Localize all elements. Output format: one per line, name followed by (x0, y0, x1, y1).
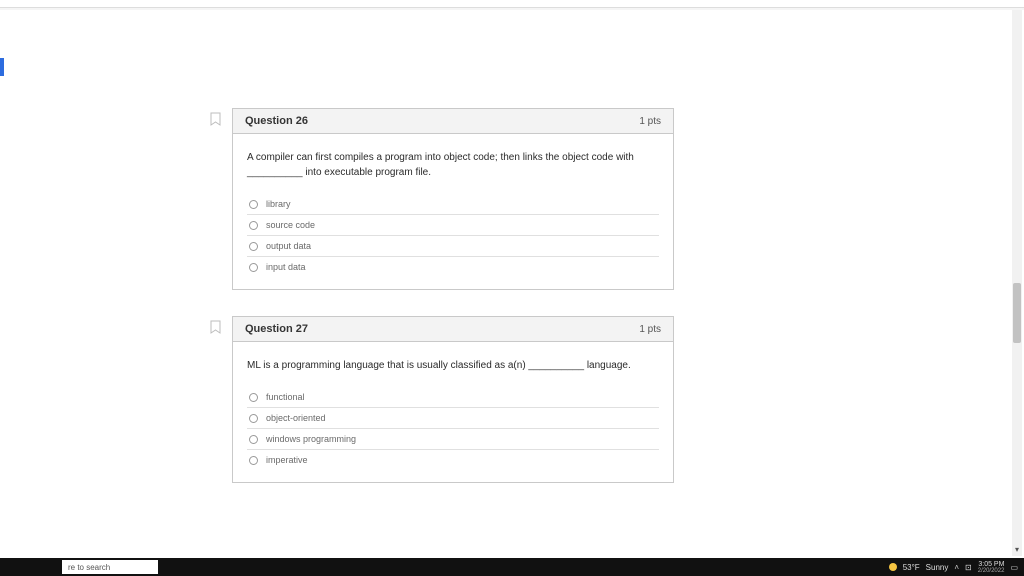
question-header: Question 26 1 pts (233, 109, 673, 134)
radio-icon[interactable] (249, 263, 258, 272)
radio-icon[interactable] (249, 435, 258, 444)
question-card: Question 27 1 pts ML is a programming la… (232, 316, 674, 483)
answer-option[interactable]: windows programming (247, 429, 659, 450)
top-divider (0, 0, 1024, 8)
option-label: library (266, 199, 291, 209)
clock-time: 3:05 PM (978, 561, 1005, 568)
answer-option[interactable]: imperative (247, 450, 659, 470)
tray-icon[interactable]: ⊡ (965, 563, 972, 572)
radio-icon[interactable] (249, 242, 258, 251)
question-block: Question 26 1 pts A compiler can first c… (232, 108, 674, 290)
radio-icon[interactable] (249, 200, 258, 209)
side-indicator (0, 58, 4, 76)
search-placeholder: re to search (68, 563, 110, 572)
option-label: source code (266, 220, 315, 230)
vertical-scrollbar[interactable]: ▾ (1012, 10, 1022, 556)
answer-option[interactable]: output data (247, 236, 659, 257)
option-label: functional (266, 392, 305, 402)
chevron-down-icon[interactable]: ▾ (1012, 545, 1022, 554)
radio-icon[interactable] (249, 393, 258, 402)
sun-icon (889, 563, 897, 571)
question-body: ML is a programming language that is usu… (233, 342, 673, 482)
weather-cond: Sunny (926, 563, 949, 572)
question-points: 1 pts (639, 324, 661, 335)
taskbar-search[interactable]: re to search (62, 560, 158, 574)
taskbar: re to search 53°F Sunny ˄ ⊡ 3:05 PM 2/20… (0, 558, 1024, 576)
radio-icon[interactable] (249, 414, 258, 423)
option-label: output data (266, 241, 311, 251)
notifications-icon[interactable]: ▭ (1010, 563, 1018, 572)
bookmark-icon[interactable] (210, 320, 222, 334)
option-label: windows programming (266, 434, 356, 444)
question-points: 1 pts (639, 116, 661, 127)
answer-option[interactable]: object-oriented (247, 408, 659, 429)
bookmark-icon[interactable] (210, 112, 222, 126)
option-label: object-oriented (266, 413, 326, 423)
radio-icon[interactable] (249, 221, 258, 230)
answer-option[interactable]: library (247, 194, 659, 215)
answer-option[interactable]: source code (247, 215, 659, 236)
question-title: Question 26 (245, 115, 308, 127)
question-prompt: ML is a programming language that is usu… (247, 358, 659, 373)
answer-option[interactable]: functional (247, 387, 659, 408)
question-card: Question 26 1 pts A compiler can first c… (232, 108, 674, 290)
question-prompt: A compiler can first compiles a program … (247, 150, 659, 180)
radio-icon[interactable] (249, 456, 258, 465)
weather-temp: 53°F (903, 563, 920, 572)
answer-option[interactable]: input data (247, 257, 659, 277)
question-header: Question 27 1 pts (233, 317, 673, 342)
question-title: Question 27 (245, 323, 308, 335)
clock[interactable]: 3:05 PM 2/20/2022 (978, 561, 1005, 574)
option-label: imperative (266, 455, 308, 465)
option-label: input data (266, 262, 306, 272)
clock-date: 2/20/2022 (978, 568, 1005, 574)
question-block: Question 27 1 pts ML is a programming la… (232, 316, 674, 483)
questions-container: Question 26 1 pts A compiler can first c… (232, 108, 674, 509)
scrollbar-thumb[interactable] (1013, 283, 1021, 343)
system-tray[interactable]: 53°F Sunny ˄ ⊡ 3:05 PM 2/20/2022 ▭ (889, 561, 1024, 574)
question-body: A compiler can first compiles a program … (233, 134, 673, 289)
chevron-up-icon[interactable]: ˄ (954, 563, 959, 572)
